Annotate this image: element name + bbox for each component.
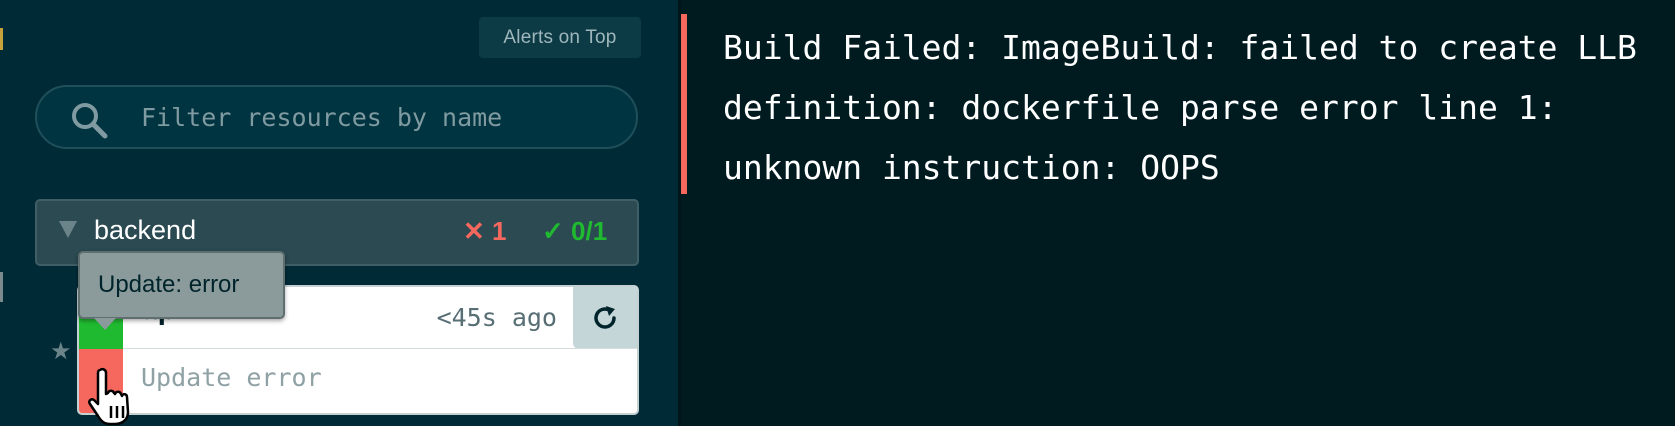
search-bar[interactable] — [35, 85, 638, 149]
search-input[interactable] — [141, 97, 611, 137]
status-tooltip: Update: error — [78, 251, 285, 319]
log-output: Build Failed: ImageBuild: failed to crea… — [723, 18, 1663, 198]
caret-down-icon[interactable] — [59, 221, 77, 238]
app-window: Alerts on Top backend ✕ 1 ✓ 0/1 ★ api <4… — [0, 0, 1675, 426]
tooltip-arrow — [94, 318, 116, 330]
divider — [123, 348, 637, 349]
edge-indicator — [0, 28, 3, 50]
group-error-count: ✕ 1 — [463, 216, 507, 246]
log-line: unknown instruction: OOPS — [723, 148, 1220, 187]
restart-icon — [594, 306, 616, 329]
log-line: Build Failed: ImageBuild: failed to crea… — [723, 28, 1637, 67]
star-icon[interactable]: ★ — [50, 339, 72, 363]
alerts-on-top-button[interactable]: Alerts on Top — [479, 17, 641, 58]
error-log-indicator — [681, 14, 687, 194]
log-pane: Build Failed: ImageBuild: failed to crea… — [681, 0, 1675, 426]
trigger-update-button[interactable] — [573, 287, 637, 349]
log-line: definition: dockerfile parse error line … — [723, 88, 1558, 127]
search-icon — [72, 103, 108, 139]
edge-indicator — [0, 272, 3, 302]
group-ok-count: ✓ 0/1 — [542, 216, 608, 246]
resource-timestamp: <45s ago — [436, 303, 557, 332]
hand-pointer-icon — [88, 367, 130, 426]
update-status-text: Update error — [141, 363, 322, 392]
group-name: backend — [94, 215, 197, 245]
sidebar: Alerts on Top backend ✕ 1 ✓ 0/1 ★ api <4… — [0, 0, 678, 426]
